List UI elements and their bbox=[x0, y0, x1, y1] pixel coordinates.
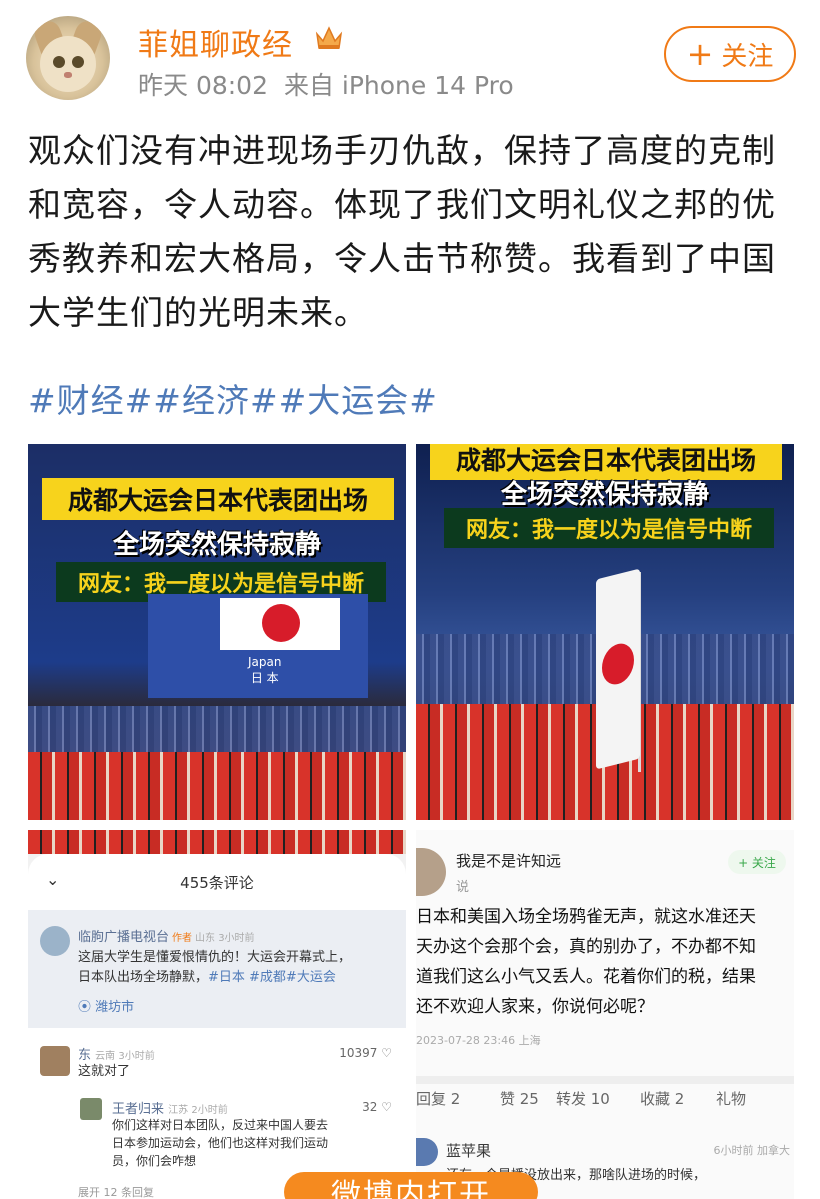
comment-author[interactable]: 王者归来 江苏 2小时前 bbox=[112, 1098, 228, 1117]
user-avatar[interactable] bbox=[26, 16, 110, 100]
avatar-cat-nose bbox=[64, 72, 72, 78]
tab-reply[interactable]: 回复 2 bbox=[416, 1088, 460, 1109]
open-in-app-button[interactable]: 微博内打开 bbox=[284, 1172, 538, 1199]
avatar-cat-eye bbox=[53, 56, 65, 68]
comment-meta: 江苏 2小时前 bbox=[168, 1105, 228, 1116]
like-count-value: 10397 bbox=[339, 1046, 378, 1060]
japan-flag bbox=[220, 598, 340, 650]
comment-text: 日本和美国入场全场鸦雀无声，就这水准还天 天办这个会那个会，真的别办了，不办都不… bbox=[416, 907, 756, 1017]
plus-icon: + bbox=[686, 35, 714, 73]
follow-label: 关注 bbox=[721, 41, 774, 72]
image-caption-netizen: 网友：我一度以为是信号中断 bbox=[444, 508, 774, 548]
heart-icon: ♡ bbox=[381, 1046, 392, 1060]
comment-author-name: 王者归来 bbox=[112, 1102, 165, 1117]
tab-collect[interactable]: 收藏 2 bbox=[640, 1088, 684, 1109]
follow-button[interactable]: + 关注 bbox=[664, 26, 796, 82]
tab-gift[interactable]: 礼物 bbox=[716, 1088, 746, 1109]
avatar[interactable] bbox=[40, 926, 70, 956]
comment-text-line: 日本队出场全场静默，#日本 #成都#大运会 bbox=[78, 968, 351, 988]
comment-text: 这就对了 bbox=[78, 1064, 131, 1079]
comment-hashtags[interactable]: #日本 #成都#大运会 bbox=[208, 970, 336, 985]
japan-flag bbox=[596, 568, 640, 770]
post-image-2[interactable]: 成都大运会日本代表团出场 全场突然保持寂静 网友：我一度以为是信号中断 bbox=[416, 444, 794, 820]
follow-button[interactable]: + 关注 bbox=[728, 850, 786, 874]
avatar[interactable] bbox=[80, 1098, 102, 1120]
expand-replies[interactable]: 展开 12 条回复 bbox=[78, 1184, 154, 1199]
comment-meta: 云南 3小时前 bbox=[95, 1051, 155, 1062]
avatar[interactable] bbox=[416, 1138, 438, 1166]
comment-text-line: 你们这样对日本团队，反过来中国人要去 bbox=[112, 1118, 329, 1132]
flag-sun bbox=[262, 604, 300, 642]
delegation-crowd bbox=[28, 830, 406, 854]
like-count[interactable]: 32 ♡ bbox=[362, 1100, 392, 1114]
comment-text-part: 日本队出场全场静默， bbox=[78, 970, 209, 985]
comment-count: 455条评论 bbox=[180, 874, 254, 892]
post-image-4[interactable]: 我是不是许知远 说 + 关注 日本和美国入场全场鸦雀无声，就这水准还天 天办这个… bbox=[416, 830, 794, 1199]
location-pin-icon: ⦿ bbox=[78, 1000, 92, 1015]
comment-author-name: 东 bbox=[78, 1048, 92, 1063]
screen-label-en: Japan bbox=[248, 655, 282, 669]
avatar[interactable] bbox=[40, 1046, 70, 1076]
avatar-cat-face bbox=[40, 36, 96, 92]
image-caption-title: 成都大运会日本代表团出场 bbox=[42, 478, 394, 520]
comment-author[interactable]: 临朐广播电视台 作者 山东 3小时前 bbox=[78, 926, 255, 945]
image-caption-subtitle: 全场突然保持寂静 bbox=[112, 530, 321, 560]
crown-icon bbox=[315, 26, 343, 49]
image-caption-subtitle: 全场突然保持寂静 bbox=[500, 480, 709, 510]
tab-forward[interactable]: 转发 10 bbox=[556, 1088, 610, 1109]
comment-author-name[interactable]: 我是不是许知远 bbox=[456, 850, 561, 871]
comment-meta: 6小时前 加拿大 bbox=[713, 1144, 791, 1157]
location-name: 潍坊市 bbox=[95, 1000, 135, 1015]
post-body: 观众们没有冲进现场手刃仇敌，保持了高度的克制和宽容，令人动容。体现了我们文明礼仪… bbox=[28, 131, 776, 332]
comment-card-pinned: 临朐广播电视台 作者 山东 3小时前 这届大学生是懂爱恨情仇的！大运会开幕式上， 日… bbox=[28, 910, 406, 1028]
like-count-value: 32 bbox=[362, 1100, 378, 1114]
avatar[interactable] bbox=[416, 848, 446, 896]
screen-label: Japan 日 本 bbox=[248, 654, 281, 686]
location-tag[interactable]: ⦿ 潍坊市 bbox=[78, 996, 134, 1015]
post-meta: 昨天 08:02 来自 iPhone 14 Pro bbox=[138, 66, 522, 102]
flag-sun bbox=[602, 640, 634, 688]
post-header: 菲姐聊政经 昨天 08:02 来自 iPhone 14 Pro + 关注 bbox=[26, 14, 796, 104]
comment-author-name: 临朐广播电视台 bbox=[78, 930, 170, 945]
post-image-1[interactable]: 成都大运会日本代表团出场 全场突然保持寂静 网友：我一度以为是信号中断 Japa… bbox=[28, 444, 406, 820]
post-time: 昨天 08:02 bbox=[138, 71, 268, 100]
heart-icon: ♡ bbox=[381, 1100, 392, 1114]
comment-author-name[interactable]: 蓝苹果 bbox=[446, 1140, 491, 1161]
comment-meta: 山东 3小时前 bbox=[195, 933, 255, 944]
tab-like[interactable]: 赞 25 bbox=[500, 1088, 539, 1109]
comment-text: 这届大学生是懂爱恨情仇的！大运会开幕式上， 日本队出场全场静默，#日本 #成都#… bbox=[78, 948, 351, 988]
author-subtitle: 说 bbox=[456, 880, 470, 895]
delegation-crowd bbox=[28, 752, 406, 820]
comment-author[interactable]: 东 云南 3小时前 bbox=[78, 1044, 155, 1063]
comment-date: 2023-07-28 23:46 上海 bbox=[416, 1034, 541, 1047]
avatar-cat-eye bbox=[72, 56, 84, 68]
comment-text-line: 日本参加运动会，他们也这样对我们运动 bbox=[112, 1136, 329, 1150]
like-count[interactable]: 10397 ♡ bbox=[339, 1046, 392, 1060]
screen-label-zh: 日 本 bbox=[250, 671, 279, 685]
comment-text-line: 这届大学生是懂爱恨情仇的！大运会开幕式上， bbox=[78, 950, 352, 965]
comment-text-line: 员，你们会咋想 bbox=[112, 1154, 197, 1168]
post-source: 来自 iPhone 14 Pro bbox=[283, 71, 514, 100]
comment-text: 你们这样对日本团队，反过来中国人要去 日本参加运动会，他们也这样对我们运动 员，… bbox=[112, 1116, 328, 1170]
post-hashtags[interactable]: #财经##经济##大运会# bbox=[28, 374, 438, 422]
post-image-3[interactable]: ⌄ 455条评论 临朐广播电视台 作者 山东 3小时前 这届大学生是懂爱恨情仇的！大… bbox=[28, 830, 406, 1199]
author-badge: 作者 bbox=[172, 933, 193, 944]
username[interactable]: 菲姐聊政经 bbox=[138, 20, 293, 64]
stadium-stands bbox=[28, 706, 406, 752]
divider bbox=[416, 1076, 794, 1084]
